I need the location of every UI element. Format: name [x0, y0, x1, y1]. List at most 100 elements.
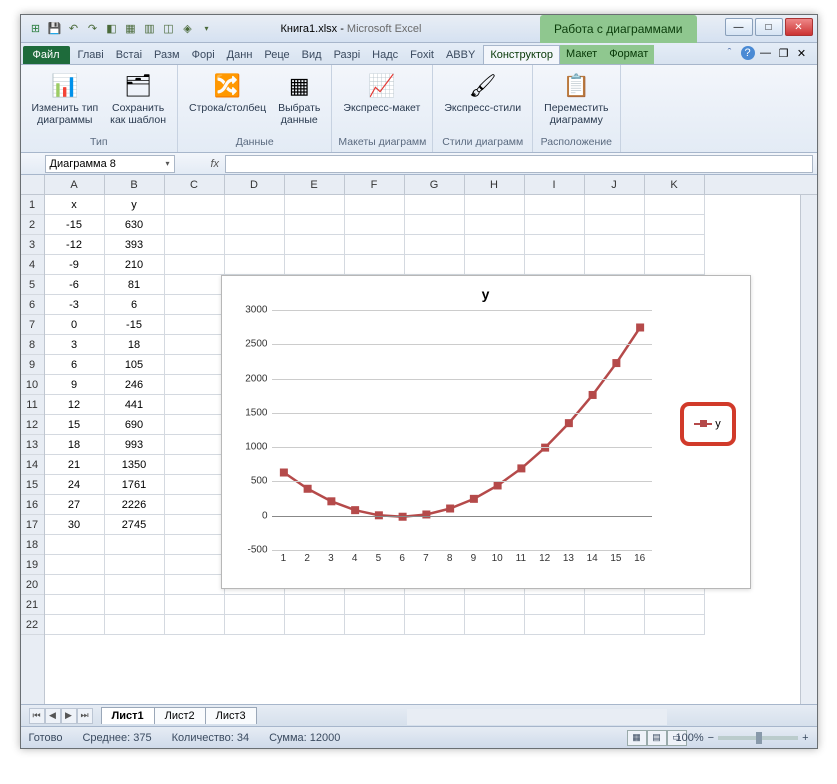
cell[interactable] — [645, 215, 705, 235]
cell[interactable] — [345, 215, 405, 235]
row-header[interactable]: 7 — [21, 315, 44, 335]
cell[interactable] — [525, 615, 585, 635]
row-header[interactable]: 8 — [21, 335, 44, 355]
cell[interactable] — [345, 595, 405, 615]
chart-legend[interactable]: y — [680, 402, 736, 446]
cell[interactable]: -6 — [45, 275, 105, 295]
row-header[interactable]: 11 — [21, 395, 44, 415]
cell[interactable] — [105, 535, 165, 555]
qat-icon[interactable]: ▦ — [122, 20, 140, 38]
tab-Формат[interactable]: Формат — [603, 45, 654, 64]
quick-layout-button[interactable]: 📈Экспресс-макет — [338, 67, 425, 136]
sheet-tab[interactable]: Лист1 — [101, 707, 155, 724]
cell[interactable] — [645, 255, 705, 275]
cell[interactable] — [285, 255, 345, 275]
row-header[interactable]: 22 — [21, 615, 44, 635]
cell[interactable] — [165, 535, 225, 555]
col-header[interactable]: K — [645, 175, 705, 194]
worksheet-grid[interactable]: 12345678910111213141516171819202122 ABCD… — [21, 175, 817, 704]
cell[interactable] — [525, 235, 585, 255]
cell[interactable]: 2745 — [105, 515, 165, 535]
cell[interactable] — [465, 595, 525, 615]
cell[interactable] — [645, 235, 705, 255]
col-header[interactable]: I — [525, 175, 585, 194]
next-sheet-icon[interactable]: ▶ — [61, 708, 77, 724]
col-header[interactable]: D — [225, 175, 285, 194]
cell[interactable] — [405, 595, 465, 615]
cell[interactable] — [105, 615, 165, 635]
cell[interactable] — [165, 555, 225, 575]
cell[interactable] — [225, 195, 285, 215]
cell[interactable] — [165, 595, 225, 615]
cell[interactable] — [465, 235, 525, 255]
cell[interactable] — [345, 235, 405, 255]
sheet-tab[interactable]: Лист2 — [154, 707, 206, 724]
col-header[interactable]: G — [405, 175, 465, 194]
move-chart-button[interactable]: 📋Переместитьдиаграмму — [539, 67, 613, 136]
minimize-ribbon-icon[interactable]: ˆ — [723, 46, 737, 60]
cell[interactable]: 15 — [45, 415, 105, 435]
row-header[interactable]: 18 — [21, 535, 44, 555]
cell[interactable] — [585, 195, 645, 215]
cell[interactable] — [525, 255, 585, 275]
chart-title[interactable]: y — [228, 282, 744, 306]
cell[interactable]: 24 — [45, 475, 105, 495]
cell[interactable] — [225, 595, 285, 615]
cell[interactable] — [285, 215, 345, 235]
cell[interactable] — [165, 615, 225, 635]
doc-close-icon[interactable]: ✕ — [795, 46, 809, 60]
cell[interactable]: 12 — [45, 395, 105, 415]
prev-sheet-icon[interactable]: ◀ — [45, 708, 61, 724]
cell[interactable] — [165, 335, 225, 355]
qat-icon[interactable]: ◈ — [179, 20, 197, 38]
qat-dropdown-icon[interactable]: ▾ — [198, 20, 216, 38]
tab-Макет[interactable]: Макет — [560, 45, 603, 64]
row-header[interactable]: 21 — [21, 595, 44, 615]
cell[interactable] — [405, 235, 465, 255]
cell[interactable]: 9 — [45, 375, 105, 395]
cell[interactable] — [585, 595, 645, 615]
cell[interactable] — [105, 595, 165, 615]
cell[interactable] — [525, 215, 585, 235]
row-header[interactable]: 16 — [21, 495, 44, 515]
cell[interactable]: 1761 — [105, 475, 165, 495]
qat-icon[interactable]: ◧ — [103, 20, 121, 38]
cell[interactable]: 105 — [105, 355, 165, 375]
cell[interactable]: 393 — [105, 235, 165, 255]
cell[interactable] — [345, 255, 405, 275]
cell[interactable]: -15 — [105, 315, 165, 335]
horizontal-scrollbar[interactable] — [407, 709, 667, 725]
cell[interactable] — [225, 215, 285, 235]
cell[interactable] — [405, 195, 465, 215]
chart-plot-area[interactable]: -500050010001500200025003000123456789101… — [272, 310, 652, 550]
cell[interactable] — [45, 535, 105, 555]
cell[interactable]: 0 — [45, 315, 105, 335]
maximize-button[interactable]: □ — [755, 18, 783, 36]
cell[interactable]: 2226 — [105, 495, 165, 515]
cell[interactable] — [165, 215, 225, 235]
doc-restore-icon[interactable]: ❐ — [777, 46, 791, 60]
name-box[interactable]: Диаграмма 8 ▾ — [45, 155, 175, 173]
cell[interactable] — [405, 215, 465, 235]
cell[interactable]: 21 — [45, 455, 105, 475]
cell[interactable] — [165, 255, 225, 275]
zoom-control[interactable]: 100% − + — [675, 732, 808, 744]
cell[interactable]: -15 — [45, 215, 105, 235]
save-template-button[interactable]: 🗂Сохранитькак шаблон — [105, 67, 171, 136]
row-header[interactable]: 20 — [21, 575, 44, 595]
cell[interactable] — [285, 615, 345, 635]
cell[interactable]: 1350 — [105, 455, 165, 475]
cell[interactable]: 3 — [45, 335, 105, 355]
tab-Надс[interactable]: Надс — [366, 46, 404, 64]
cell[interactable]: 18 — [105, 335, 165, 355]
row-header[interactable]: 13 — [21, 435, 44, 455]
cell[interactable] — [165, 575, 225, 595]
cell[interactable]: y — [105, 195, 165, 215]
col-header[interactable]: B — [105, 175, 165, 194]
tab-Foxit[interactable]: Foxit — [404, 46, 440, 64]
page-layout-view-icon[interactable]: ▤ — [647, 730, 667, 746]
cell[interactable] — [165, 475, 225, 495]
fx-icon[interactable]: fx — [211, 158, 220, 170]
cell[interactable] — [645, 195, 705, 215]
chevron-down-icon[interactable]: ▾ — [165, 159, 169, 168]
